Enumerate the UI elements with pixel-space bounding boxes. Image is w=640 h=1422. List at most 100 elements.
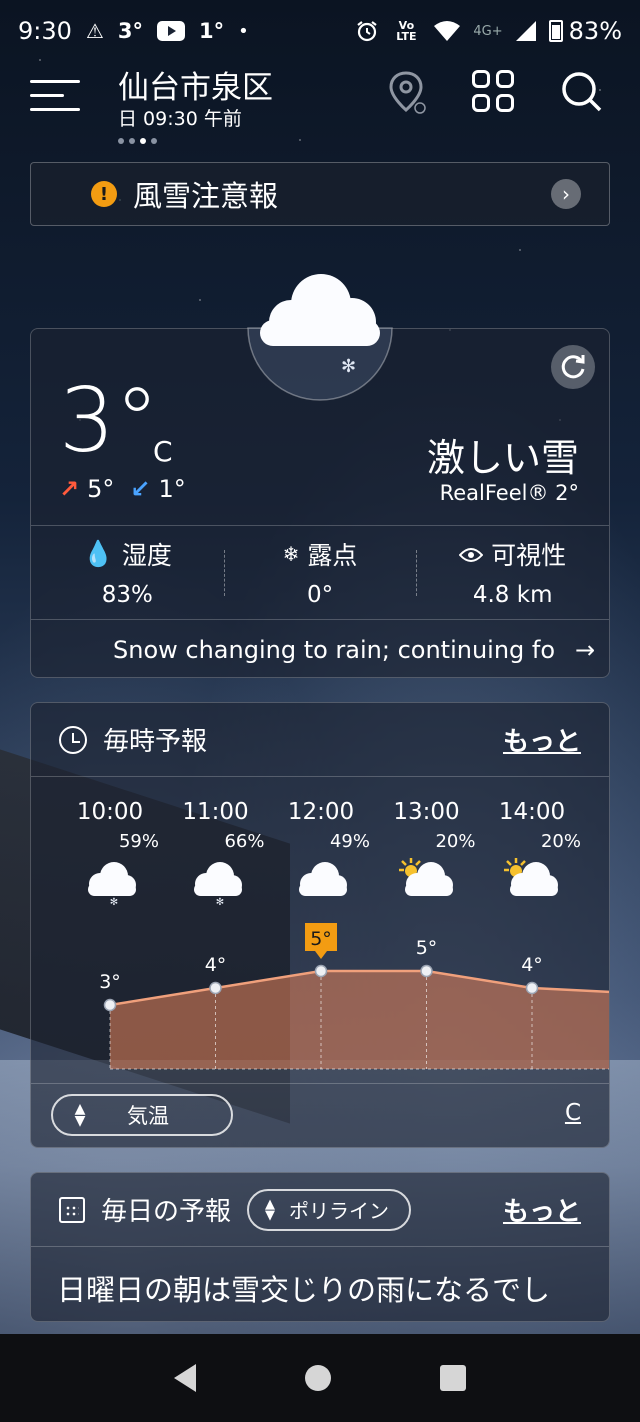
back-icon[interactable] [174,1364,197,1392]
precip-chance: 20% [435,831,476,852]
realfeel: RealFeel® 2° [439,481,579,505]
hour-time: 10:00 [76,799,144,825]
snow-cloud-icon: ✻ [55,854,165,910]
metric-label: 湿度 [121,541,172,570]
svg-text:✻: ✻ [341,356,356,377]
arrow-down-icon: ↙ [130,475,151,503]
snow-cloud-icon: ✻ [161,854,271,910]
youtube-icon [156,21,185,41]
metric-dewpoint: ❄ 露点 0° [223,526,417,619]
view-selector-label: ポリライン [289,1199,390,1223]
condition-text: 激しい雪 [426,436,579,480]
hour-time: 11:00 [182,799,249,825]
status-time: 9:30 [18,17,72,45]
daily-forecast-card: 毎日の予報 ▲ ▼ ポリライン もっと 日曜日の朝は雪交じりの雨になるでし [30,1172,610,1322]
hour-column: 14:00 20% [477,799,587,910]
view-selector[interactable]: ▲ ▼ ポリライン [247,1188,412,1231]
hourly-more-link[interactable]: もっと [503,721,581,758]
temperature-unit: C [153,435,173,468]
daily-summary-text: 日曜日の朝は雪交じりの雨になるでし [57,1273,551,1307]
temperature-label-highlight: 5° [305,923,337,959]
home-icon[interactable] [304,1365,331,1391]
high-low: ↗ 5° ↙ 1° [59,475,186,503]
svg-text:✻: ✻ [215,897,223,906]
precip-chance: 20% [540,831,581,852]
network-type: 4G+ [473,23,503,39]
search-icon[interactable] [560,70,602,112]
partly-sunny-icon [477,854,587,910]
snow-cloud-icon: ✻ [246,270,394,402]
recents-icon[interactable] [439,1365,466,1391]
refresh-icon[interactable] [551,345,595,389]
eye-icon [458,540,484,569]
hourly-title: 毎時予報 [103,727,208,757]
temperature-label: 3° [99,971,121,993]
page-indicator [118,138,157,144]
dewpoint-icon: ❄ [282,542,300,566]
battery-percent: 83% [568,17,622,45]
metric-humidity: 💧 湿度 83% [31,526,224,619]
metric-visibility: 可視性 4.8 km [416,526,609,619]
metric-value: 4.8 km [472,582,553,608]
forecast-summary-link[interactable]: Snow changing to rain; continuing fo → [31,619,609,677]
temperature-point [525,981,539,995]
status-bar: 9:30 ⚠ 3° 1° • Vo LTE 4G+ 83% [0,0,640,62]
alert-text: 風雪注意報 [133,179,279,213]
svg-text:✻: ✻ [110,897,118,906]
volte-icon: Vo LTE [396,19,417,43]
up-down-icon: ▲ ▼ [74,1101,86,1129]
temperature-label: 4° [521,954,543,976]
hour-column: 10:00 59% ✻ [55,799,165,910]
arrow-up-icon: ↗ [59,475,80,503]
metric-selector-label: 気温 [127,1104,169,1128]
hour-time: 14:00 [498,799,566,825]
location-datetime: 日 09:30 午前 [118,108,242,130]
weather-alert-banner[interactable]: ! 風雪注意報 › [30,162,610,226]
temperature-point [209,981,222,995]
arrow-right-icon: → [575,635,596,664]
warning-icon: ⚠ [85,19,104,43]
precip-chance: 59% [118,831,159,852]
chevron-right-icon: › [551,179,581,209]
precip-chance: 49% [329,831,370,852]
daily-title: 毎日の予報 [101,1197,232,1227]
drop-icon: 💧 [82,539,114,568]
metric-label: 可視性 [491,541,567,570]
system-nav-bar [0,1334,640,1422]
menu-icon[interactable] [30,76,84,116]
status-temp-a: 3° [117,19,143,43]
partly-sunny-icon [372,854,482,910]
hour-column: 12:00 49% [266,799,376,910]
hour-column: 13:00 20% [372,799,482,910]
summary-text: Snow changing to rain; continuing fo [113,635,556,664]
daily-header: 毎日の予報 ▲ ▼ ポリライン もっと [31,1173,609,1247]
temperature-label: 5° [310,928,332,950]
alarm-icon [355,19,379,43]
status-dot: • [238,20,249,42]
up-down-icon: ▲ ▼ [265,1196,276,1223]
app-header: 仙台市泉区 日 09:30 午前 [0,62,640,152]
low-temp: 1° [158,475,186,503]
temperature-point [420,964,433,978]
cloud-icon [266,854,376,910]
daily-more-link[interactable]: もっと [503,1191,581,1228]
location-pin-icon[interactable] [386,70,426,114]
alert-icon: ! [91,181,117,207]
metrics-row: 💧 湿度 83% ❄ 露点 0° 可視性 4.8 km [31,525,609,619]
temperature-label: 4° [205,954,227,976]
unit-toggle[interactable]: C [565,1100,581,1126]
temperature-chart: 3° 4° 5° 5° 4° [99,923,609,1070]
metric-selector[interactable]: ▲ ▼ 気温 [51,1094,233,1136]
hourly-forecast-card: 毎時予報 もっと 10:00 59% ✻ 11:00 66% ✻ 12:00 49% 13:00… [30,702,610,1148]
widgets-grid-icon[interactable] [472,70,514,112]
hourly-header: 毎時予報 もっと [31,703,609,777]
temperature-point [314,964,328,978]
metric-value: 0° [306,582,334,608]
metric-label: 露点 [307,541,358,570]
wifi-icon [433,20,461,42]
location-name[interactable]: 仙台市泉区 [118,62,273,107]
high-temp: 5° [87,475,115,503]
status-temp-b: 1° [198,19,225,43]
hour-column: 11:00 66% ✻ [161,799,271,910]
hourly-footer: ▲ ▼ 気温 C [31,1083,609,1147]
